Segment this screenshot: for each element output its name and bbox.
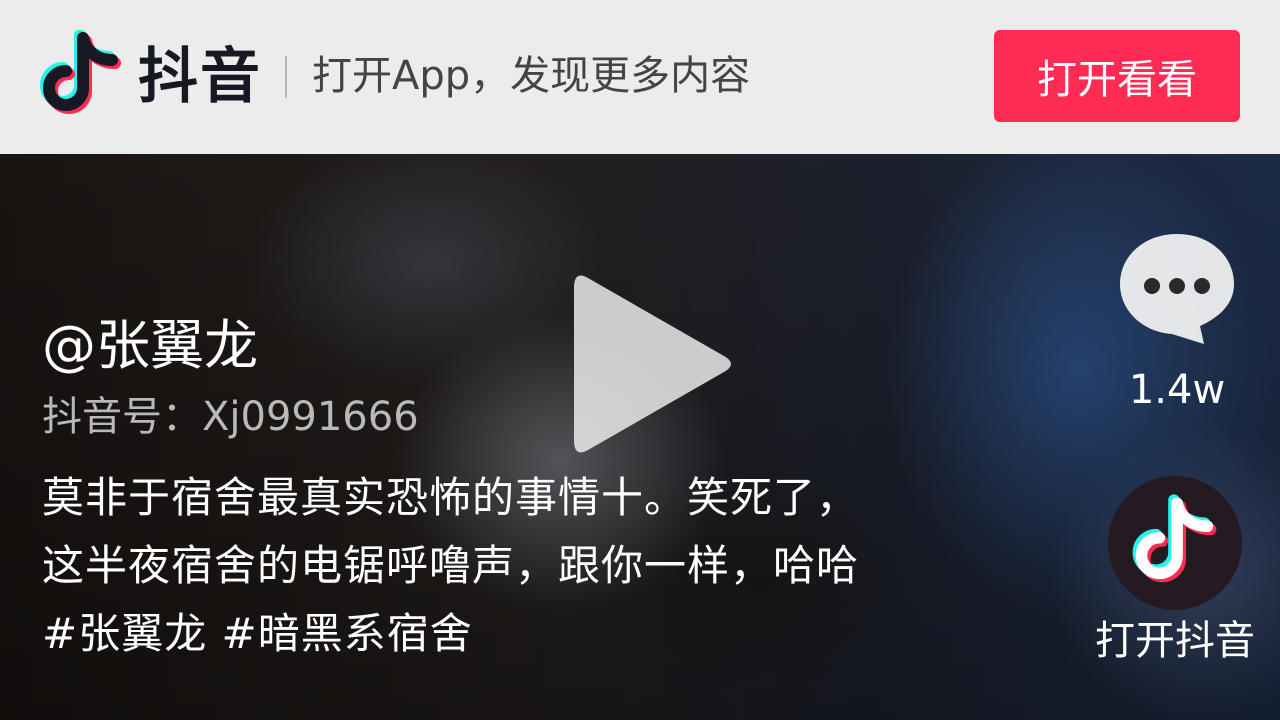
divider (285, 56, 287, 98)
header-slogan: 打开App，发现更多内容 (312, 53, 751, 99)
play-icon[interactable] (566, 264, 736, 464)
douyin-app-icon (1132, 494, 1217, 583)
comment-icon[interactable] (1116, 230, 1238, 350)
open-app-button[interactable]: 打开看看 (994, 30, 1240, 122)
brand-name: 抖音 (138, 42, 262, 112)
author-douyin-id: 抖音号：Xj0991666 (42, 394, 419, 440)
video-player[interactable]: @张翼龙 抖音号：Xj0991666 莫非于宿舍最真实恐怖的事情十。笑死了，这半… (0, 154, 1280, 720)
video-caption: 莫非于宿舍最真实恐怖的事情十。笑死了，这半夜宿舍的电锯呼噜声，跟你一样，哈哈 #… (42, 473, 860, 658)
open-douyin-label[interactable]: 打开抖音 (1080, 616, 1270, 666)
author-username[interactable]: @张翼龙 (42, 314, 258, 378)
open-douyin-app-button[interactable] (1108, 476, 1242, 610)
douyin-logo-icon[interactable] (38, 30, 124, 122)
comment-count: 1.4w (1128, 367, 1226, 413)
top-banner: 抖音 打开App，发现更多内容 打开看看 (0, 0, 1280, 154)
